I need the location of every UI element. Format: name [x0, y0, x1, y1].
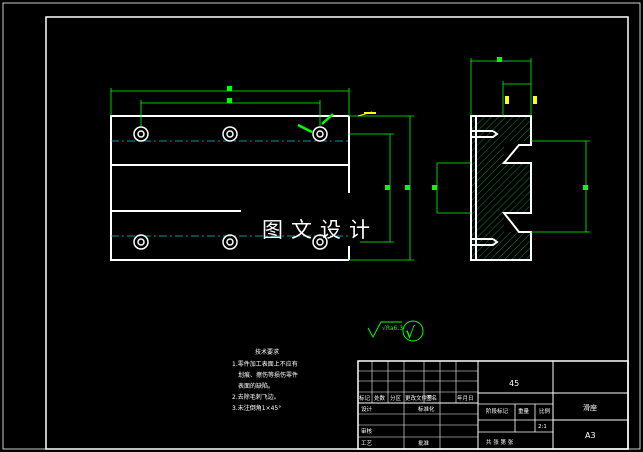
material-label: 45 [509, 379, 519, 388]
svg-text:分区: 分区 [390, 394, 402, 402]
svg-text:2:1: 2:1 [538, 424, 547, 430]
svg-text:设计: 设计 [361, 405, 373, 413]
svg-text:重量: 重量 [518, 407, 530, 415]
svg-text:√Ra6.3: √Ra6.3 [382, 325, 403, 332]
svg-text:技术要求: 技术要求 [255, 348, 279, 356]
roughness-symbol: √Ra6.3 √ [367, 320, 424, 342]
svg-text:划痕、擦伤等损伤零件: 划痕、擦伤等损伤零件 [238, 371, 298, 379]
svg-text:审核: 审核 [361, 427, 373, 435]
svg-text:阶段标记: 阶段标记 [486, 407, 509, 415]
hole-4 [133, 234, 149, 250]
svg-text:√: √ [405, 323, 416, 342]
svg-text:工艺: 工艺 [361, 440, 373, 447]
hole-3 [312, 126, 328, 142]
svg-text:2.去除毛刺飞边。: 2.去除毛刺飞边。 [232, 393, 280, 401]
svg-text:共 张 第 张: 共 张 第 张 [486, 438, 514, 446]
dimension-values [227, 86, 410, 190]
svg-text:1.零件加工表面上不应有: 1.零件加工表面上不应有 [232, 360, 298, 368]
svg-text:比例: 比例 [539, 407, 551, 415]
watermark: 图文设计 [262, 218, 378, 242]
svg-text:3.未注倒角1×45°: 3.未注倒角1×45° [232, 404, 281, 412]
svg-text:年月日: 年月日 [457, 394, 474, 402]
svg-text:标准化: 标准化 [418, 405, 435, 413]
hole-5 [222, 234, 238, 250]
svg-text:批准: 批准 [418, 439, 430, 447]
tech-requirements: 技术要求 1.零件加工表面上不应有 划痕、擦伤等损伤零件 表面的缺陷。 2.去除… [232, 348, 298, 412]
svg-text:签名: 签名 [426, 394, 437, 402]
hole-2 [222, 126, 238, 142]
svg-text:处数: 处数 [374, 394, 386, 402]
svg-text:表面的缺陷。: 表面的缺陷。 [238, 382, 274, 390]
hole-1 [133, 126, 149, 142]
svg-text:标记: 标记 [359, 394, 371, 402]
part-name: 滑座 [583, 403, 597, 412]
sheet-size: A3 [585, 431, 596, 440]
